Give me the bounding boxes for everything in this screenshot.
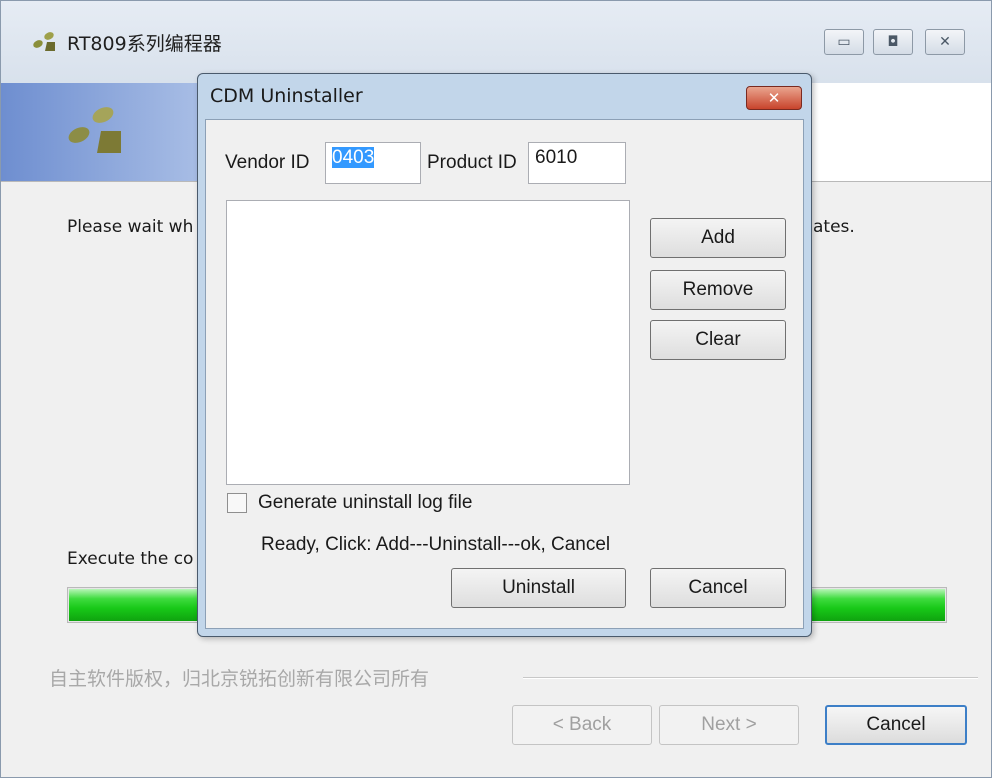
dialog-title: CDM Uninstaller: [210, 85, 363, 107]
vendor-id-label: Vendor ID: [225, 152, 310, 173]
banner-logo-panel: [1, 83, 206, 181]
product-id-label: Product ID: [427, 152, 517, 173]
uninstall-button[interactable]: Uninstall: [451, 568, 626, 608]
generate-log-checkbox[interactable]: [227, 493, 247, 513]
app-logo-icon: [33, 32, 55, 51]
product-id-field[interactable]: 6010: [528, 142, 626, 184]
dialog-cancel-button[interactable]: Cancel: [650, 568, 786, 608]
minimize-button[interactable]: ▭: [824, 29, 864, 55]
separator-line: [523, 677, 978, 679]
dialog-close-button[interactable]: ✕: [746, 86, 802, 110]
copyright-text: 自主软件版权，归北京锐拓创新有限公司所有: [49, 668, 430, 690]
installer-cancel-button[interactable]: Cancel: [825, 705, 967, 745]
back-button[interactable]: < Back: [512, 705, 652, 745]
installer-title: RT809系列编程器: [67, 33, 222, 55]
maximize-icon: ◘: [887, 34, 899, 50]
close-icon: ✕: [767, 89, 781, 107]
wait-text-left: Please wait wh: [67, 217, 194, 237]
product-id-value: 6010: [535, 147, 578, 168]
status-text: Ready, Click: Add---Uninstall---ok, Canc…: [261, 534, 611, 555]
wait-text-right: ates.: [813, 217, 855, 237]
cdm-uninstaller-dialog: CDM Uninstaller ✕ Vendor ID 0403 Product…: [197, 73, 812, 637]
vendor-id-field[interactable]: 0403: [325, 142, 421, 184]
generate-log-label: Generate uninstall log file: [258, 492, 473, 513]
dialog-client-area: Vendor ID 0403 Product ID 6010 Add Remov…: [205, 119, 804, 629]
remove-button[interactable]: Remove: [650, 270, 786, 310]
next-button[interactable]: Next >: [659, 705, 799, 745]
banner-logo-icon: [68, 107, 121, 153]
device-listbox[interactable]: [226, 200, 630, 485]
add-button[interactable]: Add: [650, 218, 786, 258]
execute-text: Execute the co: [67, 549, 194, 569]
close-button[interactable]: ✕: [925, 29, 965, 55]
minimize-icon: ▭: [837, 34, 851, 50]
close-icon: ✕: [939, 34, 951, 50]
clear-button[interactable]: Clear: [650, 320, 786, 360]
maximize-button[interactable]: ◘: [873, 29, 913, 55]
vendor-id-value: 0403: [332, 147, 375, 168]
installer-title-bar: RT809系列编程器 ▭ ◘ ✕: [1, 1, 991, 83]
